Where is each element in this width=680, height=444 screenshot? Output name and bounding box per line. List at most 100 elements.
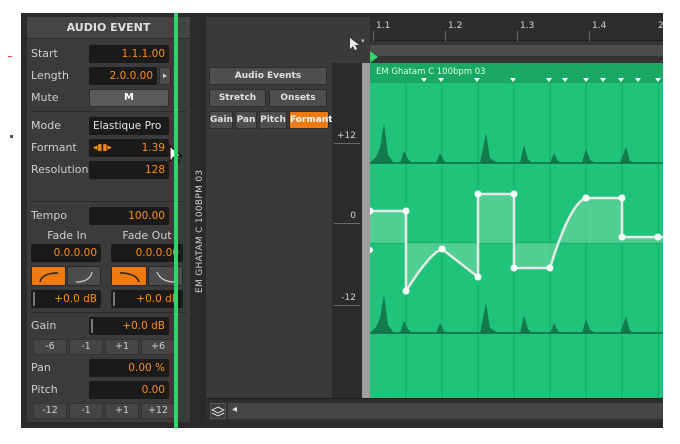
fader-handle <box>113 292 115 306</box>
fader-handle <box>91 319 93 333</box>
formant-mode-button[interactable]: Formant <box>289 111 333 129</box>
pan-row: Pan 0.00 % <box>31 359 186 377</box>
pitch-minus-1-button[interactable]: -1 <box>69 403 103 419</box>
pitch-field[interactable]: 0.00 <box>89 381 169 399</box>
loop-bar[interactable] <box>370 45 663 56</box>
tempo-label: Tempo <box>31 209 68 222</box>
divider <box>31 111 186 112</box>
fade-out-gain-value: +0.0 dB <box>136 293 179 305</box>
clip-header[interactable]: EM Ghatam C 100bpm 03 <box>370 63 663 83</box>
start-marker-icon[interactable] <box>370 51 380 63</box>
horizontal-scrollbar[interactable]: ◂ <box>228 403 663 419</box>
resolution-field[interactable]: 128 <box>89 161 169 179</box>
resolution-row: Resolution 128 <box>31 161 186 179</box>
tempo-field[interactable]: 100.00 <box>89 207 169 225</box>
scale-line <box>334 223 360 224</box>
fade-out-gain-fader[interactable]: +0.0 dB <box>111 290 183 308</box>
gain-value: +0.0 dB <box>122 320 165 332</box>
scroll-left-icon[interactable]: ◂ <box>232 404 237 415</box>
pitch-mode-button[interactable]: Pitch <box>259 111 287 129</box>
gain-minus-1-button[interactable]: -1 <box>69 339 103 355</box>
edge-marker <box>10 135 13 138</box>
clip-start-region <box>362 63 370 398</box>
onsets-button[interactable]: Onsets <box>269 89 327 107</box>
pan-field[interactable]: 0.00 % <box>89 359 169 377</box>
formant-scale: +12 0 -12 <box>332 63 362 398</box>
gain-mode-button[interactable]: Gain <box>209 111 233 129</box>
mute-label: Mute <box>31 91 59 104</box>
stretch-button[interactable]: Stretch <box>209 89 266 107</box>
scale-label: -12 <box>341 293 356 303</box>
curve-icon <box>156 271 176 283</box>
gain-plus-6-button[interactable]: +6 <box>141 339 175 355</box>
waveform-and-formant-envelope[interactable] <box>370 83 663 398</box>
mode-row: Mode Elastique Pro ▾ <box>31 117 186 149</box>
fade-in-field[interactable]: 0.0.0.00 <box>31 244 101 262</box>
fade-out-label: Fade Out <box>122 229 172 242</box>
curve-icon <box>75 271 93 283</box>
gain-row: Gain +0.0 dB <box>31 317 186 335</box>
formant-value: 1.39 <box>141 142 165 154</box>
pitch-label: Pitch <box>31 383 58 396</box>
gain-plus-1-button[interactable]: +1 <box>105 339 139 355</box>
start-label: Start <box>31 47 58 60</box>
mode-select[interactable]: Elastique Pro ▾ <box>89 117 169 149</box>
pan-label: Pan <box>31 361 51 374</box>
fade-in-gain-fader[interactable]: +0.0 dB <box>31 290 101 308</box>
gain-fader[interactable]: +0.0 dB <box>89 317 169 335</box>
gain-minus-6-button[interactable]: -6 <box>33 339 67 355</box>
divider <box>31 312 186 313</box>
ruler-tick <box>589 31 590 41</box>
ruler-mark: 1.2 <box>448 21 463 31</box>
loop-region-lane[interactable] <box>370 41 663 63</box>
mute-button[interactable]: M <box>89 89 169 107</box>
start-field[interactable]: 1.1.1.00 <box>89 45 169 63</box>
pitch-minus-12-button[interactable]: -12 <box>33 403 67 419</box>
inspector-title: AUDIO EVENT <box>27 17 190 39</box>
curve-icon <box>119 272 140 283</box>
timeline-ruler[interactable]: 1.1 1.2 1.3 1.4 2 <box>370 17 663 41</box>
pitch-row: Pitch 0.00 <box>31 381 186 399</box>
layers-icon[interactable] <box>210 403 226 419</box>
mode-value: Elastique Pro <box>93 120 162 132</box>
scale-label: 0 <box>350 211 356 221</box>
fade-in-curve-fast-button[interactable] <box>31 266 66 286</box>
tool-menu-arrow-icon[interactable]: ▾ <box>361 37 365 45</box>
formant-row: Formant ◂▮▮▸ 1.39 <box>31 139 186 157</box>
audio-clip[interactable]: EM Ghatam C 100bpm 03 <box>370 63 663 398</box>
formant-icon: ◂▮▮▸ <box>93 143 112 153</box>
audio-editor-window: AUDIO EVENT Start 1.1.1.00 Length 2.0.0.… <box>21 13 663 428</box>
scale-line <box>334 305 360 306</box>
formant-field[interactable]: ◂▮▮▸ 1.39 <box>89 139 169 157</box>
tool-area: ▾ <box>206 17 370 63</box>
fade-in-gain-value: +0.0 dB <box>54 293 97 305</box>
ruler-mark: 1.3 <box>520 21 535 31</box>
fade-out-field[interactable]: 0.0.0.00 <box>111 244 183 262</box>
editor-bottom-bar: ◂ <box>206 398 663 422</box>
pitch-plus-1-button[interactable]: +1 <box>105 403 139 419</box>
length-arrow-icon[interactable]: ▸ <box>159 67 171 85</box>
editor-mode-panel: Audio Events Stretch Onsets Gain Pan Pit… <box>206 63 333 398</box>
clip-name: EM Ghatam C 100bpm 03 <box>376 67 486 77</box>
resolution-label: Resolution <box>31 163 89 176</box>
fade-in-label: Fade In <box>47 229 87 242</box>
mute-row: Mute M <box>31 89 186 107</box>
formant-label: Formant <box>31 141 77 154</box>
ruler-mark: 1.1 <box>376 21 391 31</box>
pan-mode-button[interactable]: Pan <box>235 111 257 129</box>
inspector-panel: AUDIO EVENT Start 1.1.1.00 Length 2.0.0.… <box>27 17 190 422</box>
mode-label: Mode <box>31 119 61 132</box>
fader-handle <box>33 292 35 306</box>
length-field[interactable]: 2.0.0.00 <box>89 67 157 85</box>
ruler-mark: 1.4 <box>592 21 607 31</box>
scale-label: +12 <box>337 131 356 141</box>
fade-in-curve-slow-button[interactable] <box>67 266 101 286</box>
pitch-plus-12-button[interactable]: +12 <box>141 403 175 419</box>
audio-events-button[interactable]: Audio Events <box>209 67 327 85</box>
divider <box>31 201 186 202</box>
ruler-mark: 2 <box>658 21 663 31</box>
start-row: Start 1.1.1.00 <box>31 45 186 63</box>
fade-out-curve-fast-button[interactable] <box>111 266 147 286</box>
pointer-tool-icon[interactable] <box>348 37 362 51</box>
ruler-tick <box>517 31 518 41</box>
